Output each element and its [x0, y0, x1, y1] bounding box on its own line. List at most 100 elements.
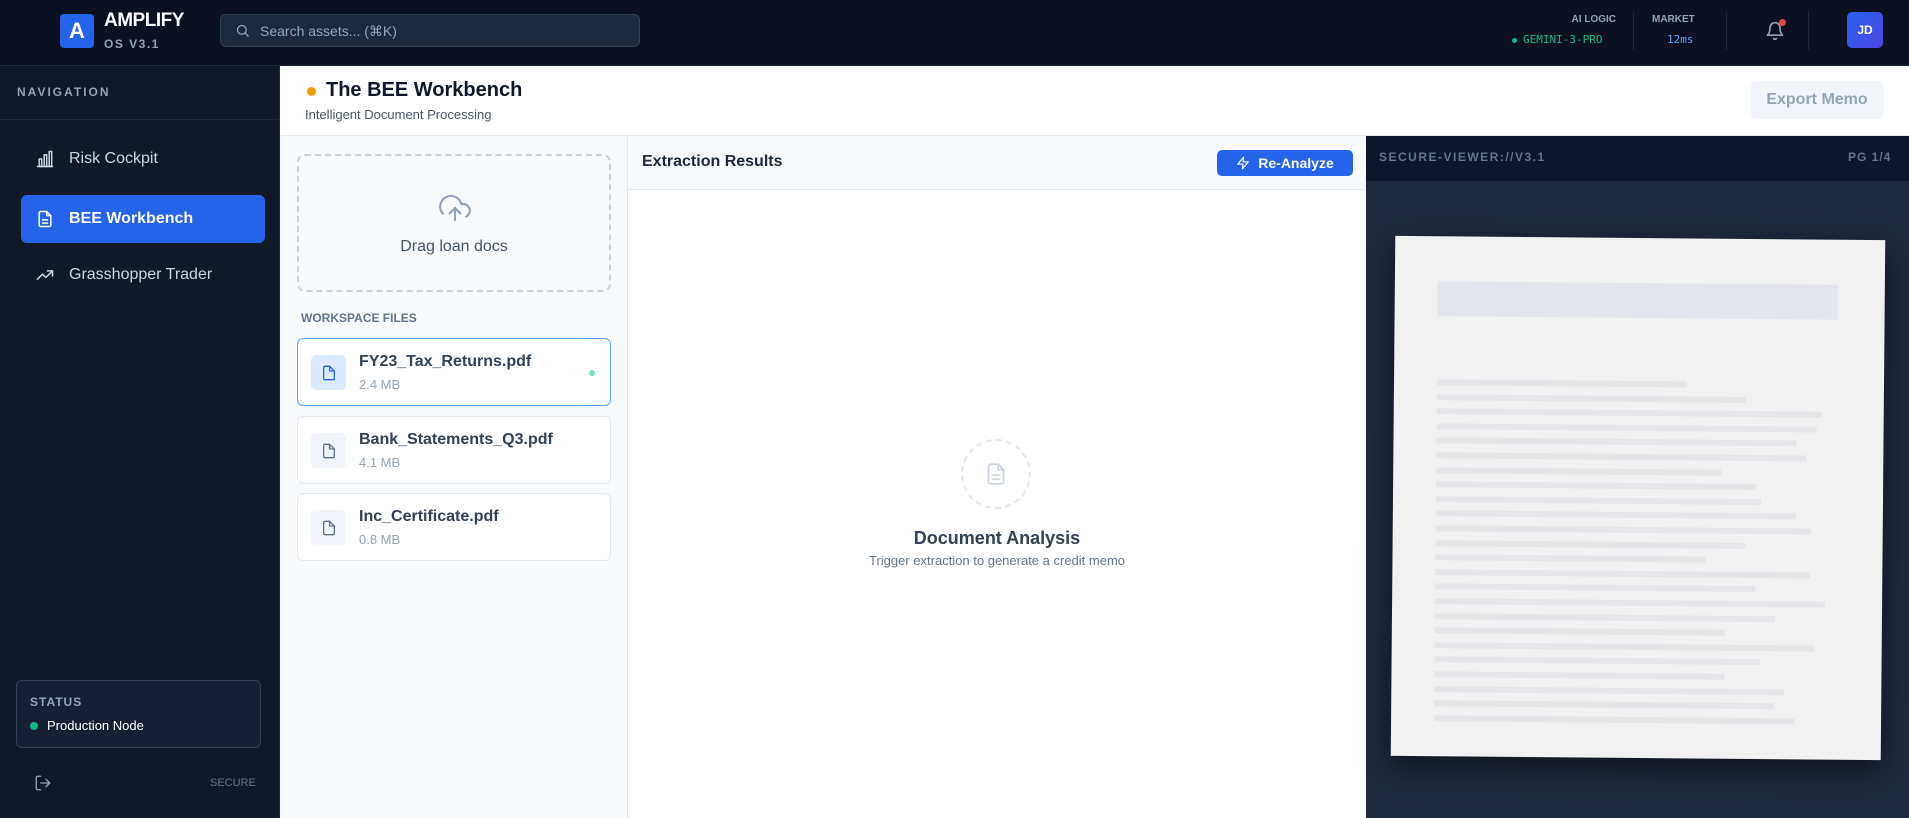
ai-model-name: GEMINI-3-PRO [1523, 33, 1603, 46]
workspace-files-title: WORKSPACE FILES [301, 311, 417, 325]
file-size: 4.1 MB [359, 455, 401, 470]
app-logo[interactable]: A [60, 14, 94, 48]
dropzone-label: Drag loan docs [400, 238, 508, 255]
extraction-header: Extraction Results Re-Analyze [628, 136, 1366, 190]
document-text-line [1436, 423, 1817, 433]
bar-chart-icon [36, 150, 54, 168]
document-text-line [1435, 598, 1826, 608]
file-icon-box [311, 355, 346, 390]
document-text-line [1436, 379, 1688, 388]
document-text-line [1436, 452, 1807, 462]
document-text-line [1434, 715, 1795, 725]
document-text-line [1436, 393, 1747, 403]
page-indicator: PG 1/4 [1848, 150, 1892, 164]
search-icon [236, 24, 249, 37]
document-text-line [1434, 700, 1775, 710]
file-item[interactable]: Inc_Certificate.pdf 0.8 MB [297, 493, 611, 561]
status-text: Production Node [47, 718, 144, 733]
file-icon [322, 520, 335, 535]
divider [1726, 12, 1727, 50]
status-title: STATUS [30, 695, 83, 709]
viewer-title: SECURE-VIEWER://V3.1 [1379, 150, 1546, 164]
file-name: Inc_Certificate.pdf [359, 508, 499, 525]
document-text-line [1434, 627, 1725, 636]
file-icon [322, 365, 335, 380]
search-bar[interactable] [220, 14, 640, 47]
document-text-line [1435, 496, 1761, 505]
app-name: AMPLIFY [104, 10, 184, 31]
empty-state-title: Document Analysis [913, 528, 1081, 548]
extraction-title: Extraction Results [642, 153, 783, 170]
document-text-line [1434, 642, 1815, 652]
status-dot [307, 87, 316, 96]
document-text-line [1435, 525, 1811, 535]
selected-indicator [589, 370, 595, 376]
re-analyze-button[interactable]: Re-Analyze [1217, 150, 1353, 176]
re-analyze-label: Re-Analyze [1258, 155, 1334, 171]
notification-dot [1779, 19, 1786, 26]
trending-up-icon [36, 270, 54, 280]
document-text-line [1435, 539, 1746, 549]
ai-logic-label: AI LOGIC [1571, 14, 1616, 25]
logout-icon[interactable] [34, 774, 52, 792]
document-page[interactable] [1390, 235, 1886, 761]
extraction-panel: Extraction Results Re-Analyze Document A… [628, 136, 1366, 818]
document-text-line [1435, 510, 1796, 520]
document-text-line [1435, 569, 1811, 579]
search-input[interactable] [260, 22, 620, 39]
export-memo-button[interactable]: Export Memo [1750, 81, 1884, 119]
upload-cloud-icon [439, 194, 471, 222]
sidebar-item-label: Risk Cockpit [69, 150, 158, 167]
document-text-line [1434, 612, 1775, 622]
file-name: FY23_Tax_Returns.pdf [359, 353, 532, 370]
user-avatar[interactable]: JD [1847, 12, 1883, 48]
ai-status-dot [1512, 37, 1517, 43]
sidebar: NAVIGATION Risk Cockpit BEE Workbench Gr… [0, 66, 280, 818]
divider [1808, 12, 1809, 50]
divider [0, 119, 279, 120]
divider [1633, 12, 1634, 50]
document-text-line [1434, 671, 1725, 680]
market-latency: 12ms [1667, 33, 1694, 46]
page-header: The BEE Workbench Intelligent Document P… [280, 66, 1909, 136]
secure-tag: SECURE [210, 777, 256, 789]
market-label: MARKET [1652, 14, 1695, 25]
file-icon [322, 443, 335, 458]
empty-state-subtitle: Trigger extraction to generate a credit … [868, 553, 1126, 568]
document-icon [38, 210, 52, 228]
sidebar-item-risk-cockpit[interactable]: Risk Cockpit [21, 135, 265, 183]
status-card: STATUS Production Node [16, 680, 261, 748]
viewer-header: SECURE-VIEWER://V3.1 PG 1/4 [1366, 136, 1909, 181]
sidebar-item-grasshopper-trader[interactable]: Grasshopper Trader [21, 251, 265, 299]
document-text-line [1435, 583, 1756, 593]
document-text-line [1436, 481, 1757, 491]
file-size: 0.8 MB [359, 532, 401, 547]
sidebar-item-label: BEE Workbench [69, 210, 194, 227]
upload-dropzone[interactable]: Drag loan docs [297, 154, 611, 292]
document-header-block [1437, 281, 1838, 320]
file-item[interactable]: Bank_Statements_Q3.pdf 4.1 MB [297, 416, 611, 484]
file-icon-box [311, 433, 346, 468]
page-title: The BEE Workbench [326, 79, 523, 101]
lightning-icon [1237, 156, 1250, 170]
empty-state-icon [961, 439, 1031, 509]
files-panel: Drag loan docs WORKSPACE FILES FY23_Tax_… [280, 136, 628, 818]
document-text-line [1435, 554, 1706, 563]
document-text-line [1436, 437, 1797, 447]
status-dot [30, 721, 38, 730]
nav-title: NAVIGATION [17, 85, 111, 99]
document-text-line [1436, 408, 1822, 418]
document-text-line [1436, 466, 1722, 476]
document-text-line [1434, 656, 1760, 666]
file-item[interactable]: FY23_Tax_Returns.pdf 2.4 MB [297, 338, 611, 406]
page-subtitle: Intelligent Document Processing [305, 107, 492, 122]
document-text-lines [1395, 236, 1885, 725]
sidebar-item-bee-workbench[interactable]: BEE Workbench [21, 195, 265, 243]
file-size: 2.4 MB [359, 377, 401, 392]
app-version: OS V3.1 [104, 37, 160, 51]
sidebar-item-label: Grasshopper Trader [69, 266, 213, 283]
document-text-line [1434, 685, 1785, 695]
file-name: Bank_Statements_Q3.pdf [359, 431, 553, 448]
status-value: Production Node [30, 718, 144, 733]
top-bar: A AMPLIFY OS V3.1 AI LOGIC GEMINI-3-PRO … [0, 0, 1909, 66]
